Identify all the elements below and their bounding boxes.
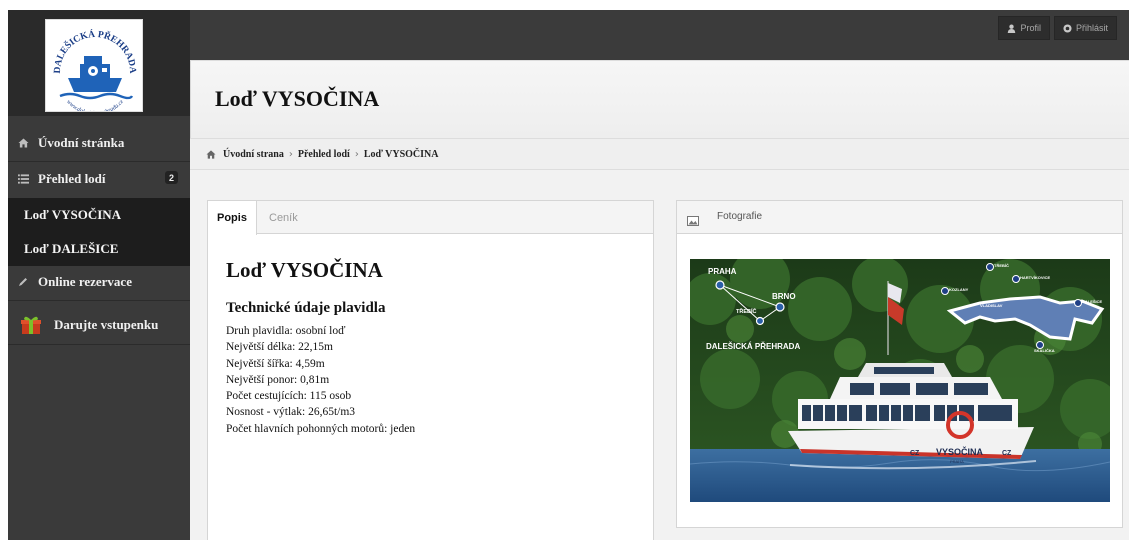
svg-text:TŘEBÍČ: TŘEBÍČ	[994, 263, 1009, 268]
panel-tabs: Popis Ceník	[208, 201, 653, 235]
specs-list: Druh plavidla: osobní loď Největší délka…	[226, 323, 415, 437]
ship-photo[interactable]: PRAHA BRNO TŘEBÍČ DALEŠICKÁ PŘEHRADA TŘE…	[690, 259, 1110, 502]
ships-count-badge: 2	[165, 171, 178, 184]
login-label: Přihlásit	[1075, 23, 1108, 33]
profile-label: Profil	[1020, 23, 1041, 33]
home-icon	[8, 138, 38, 148]
logo-area: DALEŠICKÁ PŘEHRADA www.dalesickaprehrada…	[8, 10, 190, 116]
description-panel: Popis Ceník Loď VYSOČINA Technické údaje…	[207, 200, 654, 540]
svg-text:TŘEBÍČ: TŘEBÍČ	[736, 307, 757, 315]
sidebar-subitem-label: Loď DALEŠICE	[24, 241, 119, 256]
breadcrumb-link-ships[interactable]: Přehled lodí	[298, 149, 350, 160]
profile-button[interactable]: Profil	[998, 16, 1050, 40]
sidebar-subitem-label: Loď VYSOČINA	[24, 207, 122, 222]
site-logo[interactable]: DALEŠICKÁ PŘEHRADA www.dalesickaprehrada…	[45, 19, 143, 112]
sidebar: DALEŠICKÁ PŘEHRADA www.dalesickaprehrada…	[8, 10, 190, 540]
login-button[interactable]: Přihlásit	[1053, 16, 1117, 40]
svg-text:PRAHA: PRAHA	[950, 459, 964, 464]
sidebar-item-label: Úvodní stránka	[38, 135, 125, 150]
photo-panel-header: Fotografie	[677, 201, 1122, 234]
list-item: Nosnost - výtlak: 26,65t/m3	[226, 406, 356, 419]
svg-text:SKALIČKA: SKALIČKA	[1034, 348, 1055, 353]
specs-heading: Technické údaje plavidla	[226, 300, 386, 316]
breadcrumb-link-home[interactable]: Úvodní strana	[223, 149, 284, 160]
svg-text:CZ: CZ	[910, 450, 920, 457]
sidebar-subitem-dalesice[interactable]: Loď DALEŠICE	[8, 232, 190, 266]
list-item: Počet hlavních pohonných motorů: jeden	[226, 422, 416, 435]
photo-panel-title: Fotografie	[717, 211, 763, 222]
sidebar-item-gift[interactable]: Darujte vstupenku	[8, 309, 190, 341]
home-icon[interactable]	[206, 149, 216, 159]
svg-text:www.dalesickaprehrada.cz: www.dalesickaprehrada.cz	[65, 99, 125, 112]
svg-text:PRAHA: PRAHA	[708, 267, 737, 276]
list-item: Největší ponor: 0,81m	[226, 373, 330, 386]
sidebar-item-ships[interactable]: Přehled lodí 2	[8, 164, 190, 194]
svg-text:VLADISLAV: VLADISLAV	[980, 303, 1003, 308]
breadcrumb: Úvodní strana › Přehled lodí › Loď VYSOČ…	[190, 138, 1129, 170]
user-icon	[1007, 24, 1016, 33]
sidebar-item-reservation[interactable]: Online rezervace	[8, 267, 190, 297]
page-title: Loď VYSOČINA	[215, 86, 380, 111]
sidebar-item-label: Online rezervace	[38, 274, 132, 289]
chevron-right-icon: ›	[288, 148, 293, 160]
sidebar-divider	[8, 344, 190, 345]
svg-text:BRNO: BRNO	[772, 292, 796, 301]
svg-text:HARTVÍKOVICE: HARTVÍKOVICE	[1020, 275, 1051, 280]
sidebar-divider	[8, 300, 190, 301]
list-item: Největší šířka: 4,59m	[226, 357, 325, 370]
tab-description[interactable]: Popis	[208, 201, 257, 235]
list-item: Počet cestujících: 115 osob	[226, 390, 352, 403]
sidebar-item-home[interactable]: Úvodní stránka	[8, 128, 190, 158]
sidebar-subitem-vysocina[interactable]: Loď VYSOČINA	[8, 198, 190, 232]
image-icon	[687, 213, 699, 231]
top-user-actions: Profil Přihlásit	[998, 16, 1117, 40]
svg-text:DALEŠICKÁ PŘEHRADA: DALEŠICKÁ PŘEHRADA	[706, 342, 800, 351]
breadcrumb-current: Loď VYSOČINA	[363, 148, 439, 160]
list-icon	[8, 174, 38, 184]
pencil-icon	[8, 277, 38, 287]
gift-icon	[8, 315, 54, 335]
sidebar-item-label: Darujte vstupenku	[54, 317, 159, 332]
svg-text:VYSOČINA: VYSOČINA	[936, 446, 984, 457]
svg-text:KOZLANY: KOZLANY	[949, 287, 969, 292]
photo-panel: Fotografie PRAHA BRNO TŘEBÍČ DALEŠICKÁ P…	[676, 200, 1123, 528]
power-icon	[1063, 23, 1072, 33]
chevron-right-icon: ›	[354, 148, 359, 160]
svg-text:DALEŠICE: DALEŠICE	[1082, 299, 1103, 304]
tab-pricelist[interactable]: Ceník	[260, 201, 307, 234]
ship-heading: Loď VYSOČINA	[226, 258, 383, 282]
svg-text:CZ: CZ	[1002, 450, 1012, 457]
list-item: Druh plavidla: osobní loď	[226, 325, 346, 337]
sidebar-item-label: Přehled lodí	[38, 171, 106, 186]
sidebar-divider	[8, 161, 190, 162]
page-header: Loď VYSOČINA	[190, 60, 1129, 138]
list-item: Největší délka: 22,15m	[226, 341, 333, 354]
